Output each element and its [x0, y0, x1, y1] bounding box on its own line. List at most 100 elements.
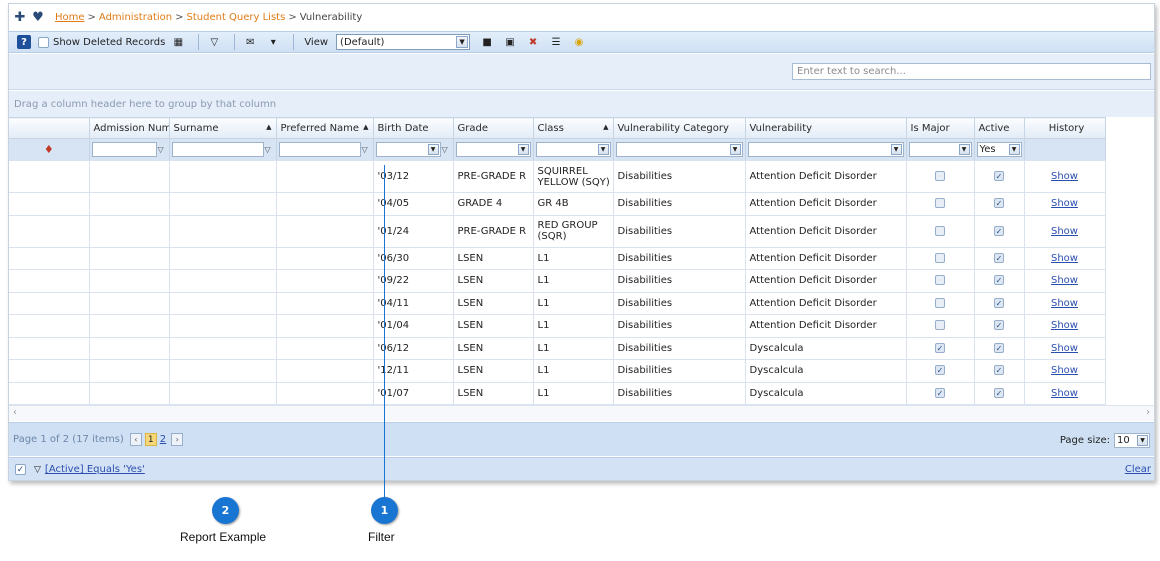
class-cell: L1	[533, 382, 614, 405]
history-show-link[interactable]: Show	[1051, 171, 1078, 182]
active-cell: ✓	[974, 337, 1025, 360]
chevron-down-icon[interactable]: ▼	[517, 144, 529, 155]
save-view-icon[interactable]: ■	[480, 35, 494, 49]
filter-options-icon[interactable]: ▽	[265, 145, 274, 154]
favorite-heart-icon[interactable]: ♥	[31, 10, 45, 25]
history-show-link[interactable]: Show	[1051, 275, 1078, 286]
is-major-checkbox: ✓	[935, 171, 945, 181]
history-cell: Show	[1024, 247, 1106, 270]
filter-expression-link[interactable]: [Active] Equals 'Yes'	[45, 464, 145, 475]
filter-active-select[interactable]: Yes ▼	[976, 142, 1022, 157]
filter-options-icon[interactable]: ▽	[362, 145, 371, 154]
clear-filter-link[interactable]: Clear	[1125, 464, 1151, 475]
surname-cell	[169, 192, 277, 216]
filter-admission-number-input[interactable]	[91, 142, 157, 157]
next-page-button[interactable]: ›	[171, 433, 184, 446]
filter-grade-select[interactable]: ▼	[455, 142, 531, 157]
lock-icon[interactable]: ◉	[572, 35, 586, 49]
column-header-admission-number[interactable]: Admission Numb	[89, 117, 170, 139]
active-checkbox: ✓	[994, 365, 1004, 376]
prev-page-button[interactable]: ‹	[129, 433, 142, 446]
chevron-down-icon[interactable]: ▼	[729, 144, 741, 155]
filter-icon[interactable]: ▽	[207, 35, 221, 49]
grade-cell: LSEN	[453, 314, 534, 338]
is-major-checkbox: ✓	[935, 365, 945, 376]
search-input[interactable]: Enter text to search...	[792, 63, 1151, 80]
breadcrumb-student-query-lists[interactable]: Student Query Lists	[187, 12, 286, 23]
scroll-right-icon[interactable]: ›	[1146, 407, 1150, 418]
is-major-checkbox: ✓	[935, 275, 945, 286]
filter-vulnerability-select[interactable]: ▼	[747, 142, 904, 157]
column-header-vulnerability-category[interactable]: Vulnerability Category	[613, 117, 746, 139]
surname-cell	[169, 269, 277, 293]
filter-is-major-select[interactable]: ▼	[908, 142, 972, 157]
table-row: '09/22 LSEN L1 Disabilities Attention Defici…	[9, 269, 1106, 293]
history-show-link[interactable]: Show	[1051, 343, 1078, 354]
active-cell: ✓	[974, 314, 1025, 338]
history-show-link[interactable]: Show	[1051, 298, 1078, 309]
class-cell: L1	[533, 292, 614, 315]
column-header-preferred-name[interactable]: Preferred Name ▲	[276, 117, 374, 139]
export-dropdown-icon[interactable]: ▾	[266, 35, 280, 49]
show-deleted-checkbox[interactable]	[38, 36, 49, 48]
view-properties-icon[interactable]: ☰	[549, 35, 563, 49]
admission-number-cell	[89, 314, 170, 338]
chevron-down-icon[interactable]: ▼	[597, 144, 609, 155]
breadcrumb-administration[interactable]: Administration	[99, 12, 172, 23]
column-header-grade[interactable]: Grade	[453, 117, 534, 139]
horizontal-scrollbar[interactable]: ‹ ›	[9, 405, 1154, 421]
callout-1-leader-line	[384, 165, 385, 497]
help-icon[interactable]: ?	[17, 35, 31, 49]
filter-birth-date-input[interactable]: ▼	[375, 142, 441, 157]
column-chooser-icon[interactable]: ▦	[171, 35, 185, 49]
column-header-active[interactable]: Active	[974, 117, 1025, 139]
history-show-link[interactable]: Show	[1051, 226, 1078, 237]
home-pin-icon[interactable]: ✚	[13, 10, 27, 25]
filter-category-select[interactable]: ▼	[615, 142, 743, 157]
history-show-link[interactable]: Show	[1051, 365, 1078, 376]
column-header-vulnerability[interactable]: Vulnerability	[745, 117, 907, 139]
history-show-link[interactable]: Show	[1051, 388, 1078, 399]
birth-date-cell: '06/30	[373, 247, 454, 270]
column-header-is-major[interactable]: Is Major	[906, 117, 975, 139]
history-show-link[interactable]: Show	[1051, 320, 1078, 331]
chevron-down-icon[interactable]: ▼	[890, 144, 902, 155]
table-row: '03/12 PRE-GRADE R SQUIRREL YELLOW (SQY) Di…	[9, 160, 1106, 193]
export-icon[interactable]: ✉	[243, 35, 257, 49]
chevron-down-icon[interactable]: ▼	[958, 144, 970, 155]
page-size-select[interactable]: 10 ▼	[1114, 433, 1150, 448]
filter-options-icon[interactable]: ▽	[442, 145, 451, 154]
filter-enabled-checkbox[interactable]: ✓	[15, 464, 26, 475]
column-header-history[interactable]: History	[1024, 117, 1106, 139]
vulnerability-cell: Attention Deficit Disorder	[745, 192, 907, 216]
column-header-class[interactable]: Class ▲	[533, 117, 614, 139]
column-header-label: Vulnerability Category	[617, 122, 729, 134]
history-show-link[interactable]: Show	[1051, 253, 1078, 264]
column-header-birth-date[interactable]: Birth Date	[373, 117, 454, 139]
new-view-icon[interactable]: ▣	[503, 35, 517, 49]
filter-preferred-name-input[interactable]	[278, 142, 361, 157]
chevron-down-icon[interactable]: ▼	[427, 144, 439, 155]
delete-view-icon[interactable]: ✖	[526, 35, 540, 49]
column-header-surname[interactable]: Surname ▲	[169, 117, 277, 139]
group-panel[interactable]: Drag a column header here to group by th…	[9, 91, 1154, 117]
preferred-name-cell	[276, 337, 374, 360]
chevron-down-icon[interactable]: ▼	[456, 36, 469, 48]
clear-filter-icon[interactable]: ♦	[9, 138, 90, 161]
breadcrumb-home[interactable]: Home	[55, 12, 85, 23]
row-command-cell	[9, 359, 90, 383]
vulnerability-cell: Attention Deficit Disorder	[745, 160, 907, 193]
view-select[interactable]: (Default) ▼	[336, 34, 471, 50]
filter-class-select[interactable]: ▼	[535, 142, 611, 157]
history-show-link[interactable]: Show	[1051, 198, 1078, 209]
scroll-left-icon[interactable]: ‹	[13, 407, 17, 418]
page-2-link[interactable]: 2	[160, 434, 166, 445]
filter-options-icon[interactable]: ▽	[158, 145, 167, 154]
vulnerability-cell: Dyscalcula	[745, 337, 907, 360]
is-major-cell: ✓	[906, 247, 975, 270]
active-checkbox: ✓	[994, 342, 1004, 353]
history-cell: Show	[1024, 314, 1106, 338]
filter-surname-input[interactable]	[171, 142, 264, 157]
chevron-down-icon[interactable]: ▼	[1137, 435, 1148, 446]
chevron-down-icon[interactable]: ▼	[1008, 144, 1020, 155]
